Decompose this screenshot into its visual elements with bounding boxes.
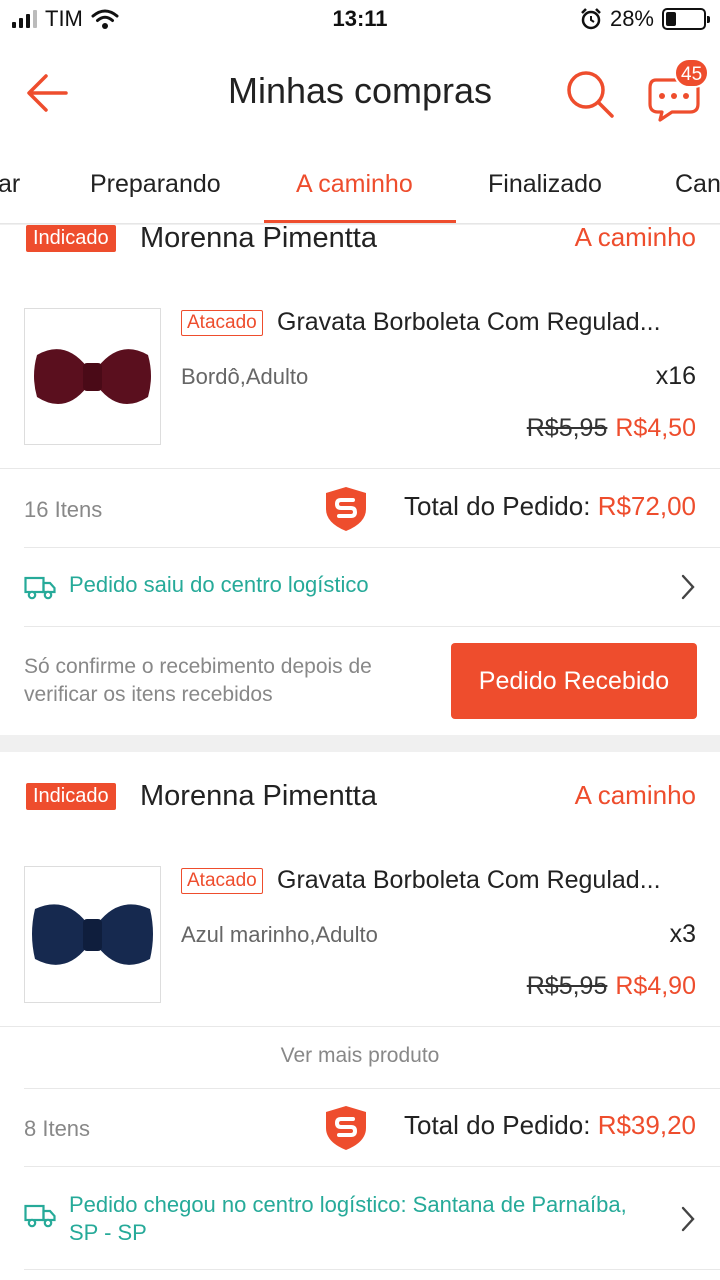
status-bar: TIM 13:11 28%: [0, 0, 720, 40]
chevron-right-icon[interactable]: [680, 1205, 696, 1233]
alarm-icon: [581, 8, 601, 30]
divider: [0, 468, 720, 469]
product-quantity: x16: [655, 362, 696, 390]
product-thumbnail[interactable]: [24, 866, 161, 1003]
logistics-status: Pedido saiu do centro logístico: [69, 572, 369, 597]
truck-icon: [24, 576, 56, 600]
seller-row[interactable]: Indicado Morenna Pimentta A caminho: [24, 780, 696, 820]
original-price: R$5,95: [526, 414, 608, 442]
tab-a-caminho[interactable]: A caminho: [296, 170, 413, 199]
price-row: R$5,95 R$4,50: [527, 414, 696, 443]
tab-partial-left[interactable]: ar: [0, 170, 20, 199]
seller-name[interactable]: Morenna Pimentta: [140, 222, 377, 255]
order-total-row: 8 Itens Total do Pedido: R$39,20: [24, 1104, 696, 1154]
product-thumbnail[interactable]: [24, 308, 161, 445]
order-total: Total do Pedido: R$72,00: [404, 491, 696, 522]
tab-preparando[interactable]: Preparando: [90, 170, 221, 199]
logistics-row[interactable]: Pedido chegou no centro logístico: Santa…: [24, 1191, 696, 1251]
product-item[interactable]: Atacado Gravata Borboleta Com Regulad...…: [24, 866, 696, 1006]
search-icon[interactable]: [564, 68, 616, 120]
battery-icon: [662, 8, 710, 30]
discount-price: R$4,90: [615, 972, 696, 1000]
app-header: Minhas compras 45: [0, 40, 720, 150]
product-variation: Azul marinho,Adulto: [181, 922, 378, 947]
items-count: 16 Itens: [24, 497, 103, 522]
atacado-tag: Atacado: [181, 868, 263, 894]
divider: [24, 1269, 720, 1270]
order-status: A caminho: [574, 780, 696, 810]
status-right: 28%: [580, 6, 710, 32]
divider: [24, 547, 720, 548]
order-received-button[interactable]: Pedido Recebido: [451, 643, 697, 719]
product-item[interactable]: Atacado Gravata Borboleta Com Regulad...…: [24, 308, 696, 448]
truck-icon: [24, 1204, 56, 1228]
tab-partial-right[interactable]: Can: [675, 170, 720, 199]
shield-icon: [326, 1106, 366, 1150]
order-total-row: 16 Itens Total do Pedido: R$72,00: [24, 485, 696, 535]
order-status: A caminho: [574, 222, 696, 252]
divider: [24, 1088, 720, 1089]
chevron-right-icon[interactable]: [680, 573, 696, 601]
total-value: R$39,20: [597, 1110, 696, 1140]
shield-icon: [326, 487, 366, 531]
logistics-row[interactable]: Pedido saiu do centro logístico: [24, 571, 696, 631]
divider: [0, 1026, 720, 1027]
product-quantity: x3: [669, 920, 696, 948]
total-label: Total do Pedido:: [403, 491, 591, 521]
see-more-products[interactable]: Ver mais produto: [0, 1044, 720, 1068]
logistics-status: Pedido chegou no centro logístico: Santa…: [69, 1192, 627, 1245]
order-card[interactable]: Indicado Morenna Pimentta A caminho Atac…: [0, 222, 720, 735]
confirm-note: Só confirme o recebimento depois de veri…: [24, 655, 372, 706]
divider: [24, 1166, 720, 1167]
order-tabs: ar Preparando A caminho Finalizado Can: [0, 150, 720, 224]
indicado-badge: Indicado: [26, 225, 116, 252]
indicado-badge: Indicado: [26, 783, 116, 810]
discount-price: R$4,50: [615, 414, 696, 442]
product-variation: Bordô,Adulto: [181, 364, 309, 389]
product-name: Gravata Borboleta Com Regulad...: [277, 866, 661, 894]
product-name: Gravata Borboleta Com Regulad...: [277, 308, 661, 336]
price-row: R$5,95 R$4,90: [527, 972, 696, 1001]
tab-finalizado[interactable]: Finalizado: [488, 170, 602, 199]
bow-tie-image: [32, 904, 153, 965]
order-card[interactable]: Indicado Morenna Pimentta A caminho Atac…: [0, 752, 720, 1280]
original-price: R$5,95: [526, 972, 608, 1000]
total-label: Total do Pedido:: [403, 1110, 591, 1140]
seller-name[interactable]: Morenna Pimentta: [140, 780, 377, 813]
atacado-tag: Atacado: [181, 310, 263, 336]
order-total: Total do Pedido: R$39,20: [404, 1110, 696, 1141]
total-value: R$72,00: [597, 491, 696, 521]
seller-row[interactable]: Indicado Morenna Pimentta A caminho: [24, 222, 696, 262]
divider: [24, 626, 720, 627]
chat-badge: 45: [674, 58, 710, 88]
items-count: 8 Itens: [24, 1116, 91, 1141]
battery-percent: 28%: [609, 6, 654, 31]
bow-tie-image: [34, 349, 151, 405]
